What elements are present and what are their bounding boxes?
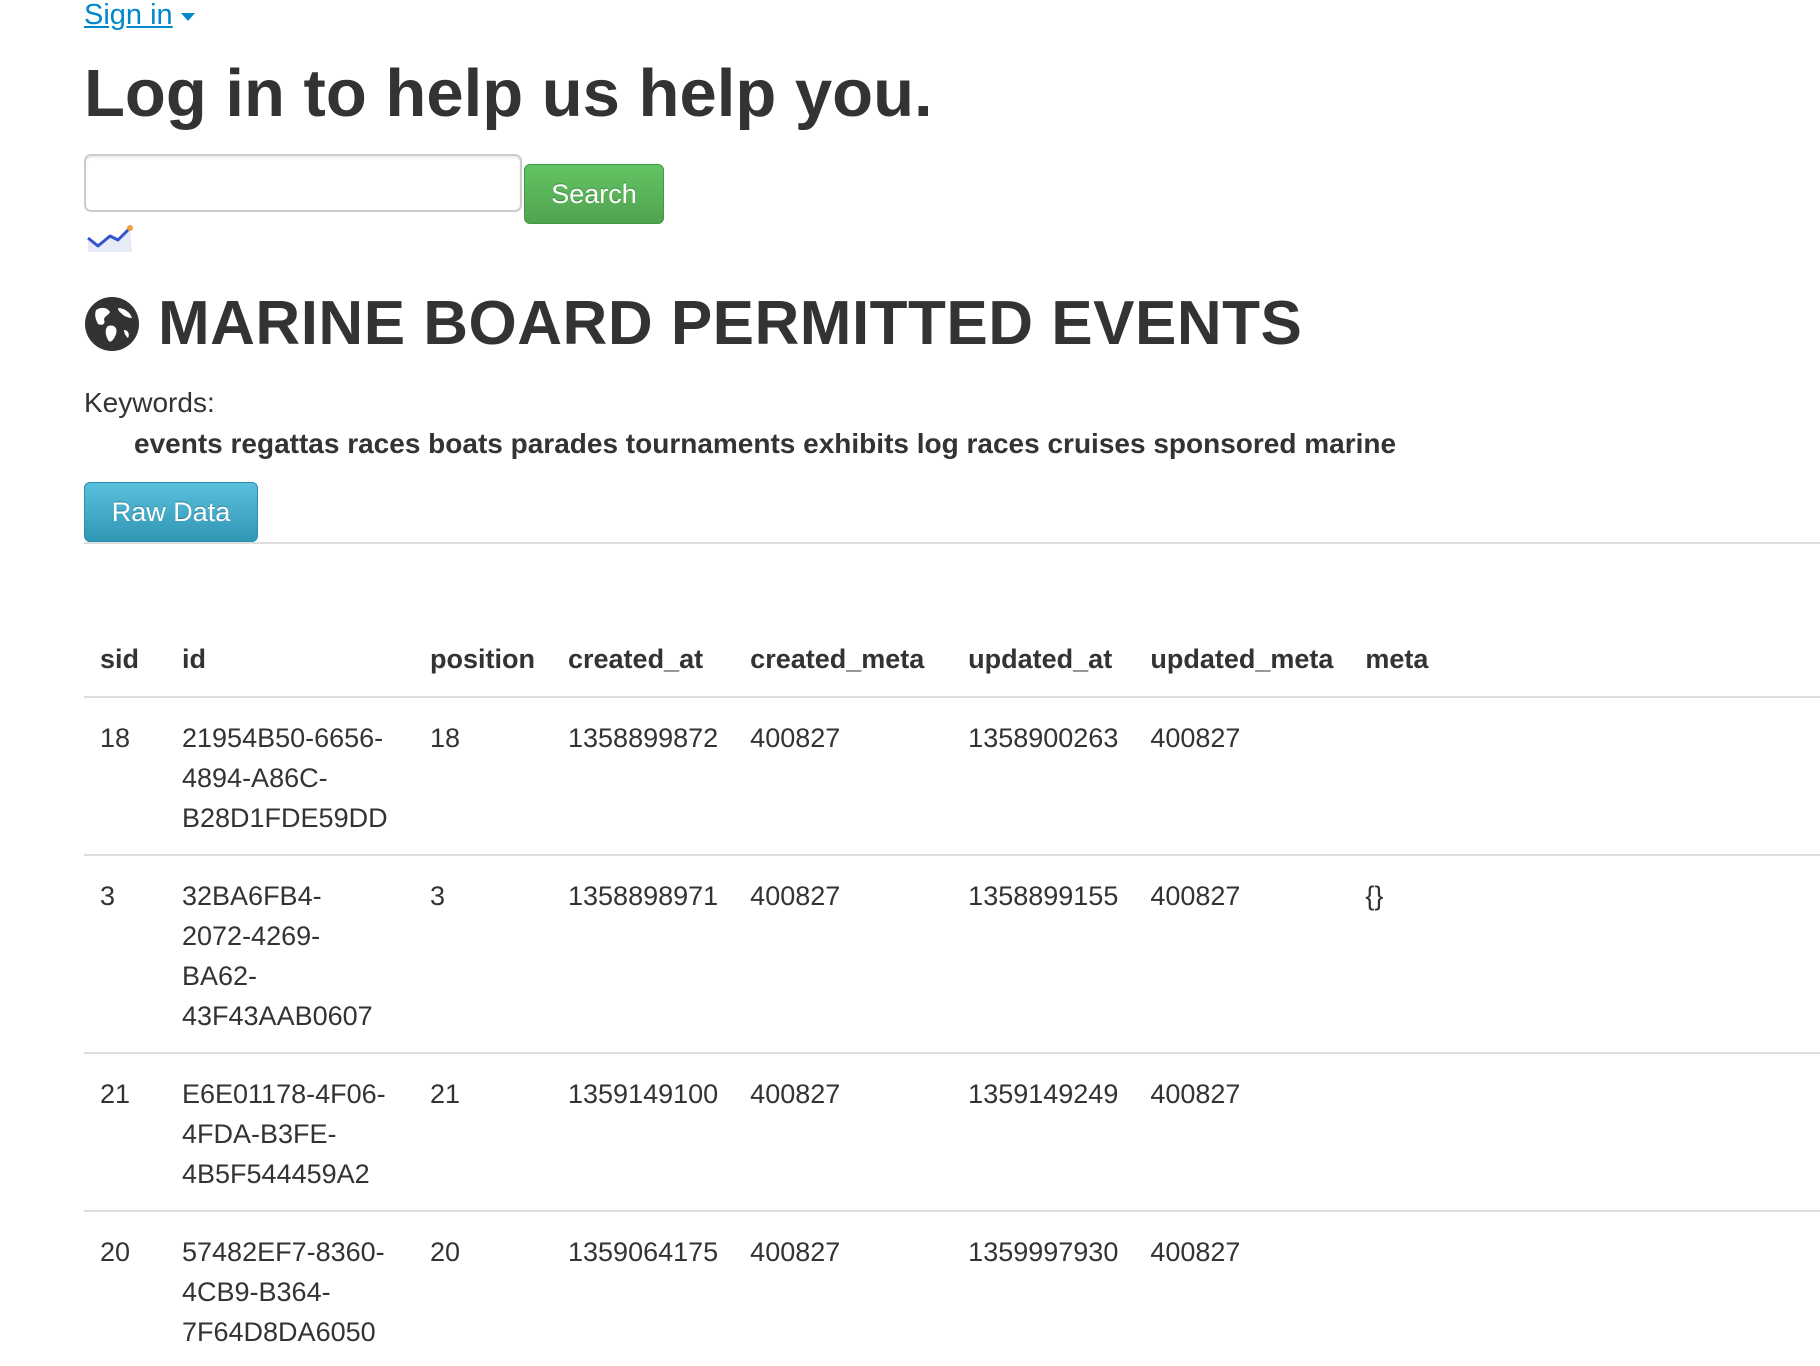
- cell-position: 20: [414, 1211, 552, 1366]
- search-input[interactable]: [84, 154, 522, 212]
- cell-created-meta: 400827: [734, 855, 953, 1054]
- cell-id-line: 32BA6FB4-: [182, 881, 322, 911]
- globe-icon: [85, 297, 139, 351]
- cell-sid: 18: [84, 697, 166, 856]
- cell-updated-at: 1359149249: [952, 1053, 1135, 1212]
- cell-updated-meta: 400827: [1134, 1053, 1350, 1212]
- cell-id-line: 7F64D8DA6050: [182, 1317, 376, 1347]
- cell-updated-at: 1358899155: [952, 855, 1135, 1054]
- cell-id-line: 57482EF7-8360-: [182, 1237, 385, 1267]
- cell-id: E6E01178-4F06- 4FDA-B3FE- 4B5F544459A2: [166, 1053, 414, 1212]
- cell-position: 18: [414, 697, 552, 856]
- cell-id-line: 4CB9-B364-: [182, 1277, 331, 1307]
- cell-id-line: E6E01178-4F06-: [182, 1079, 386, 1109]
- cell-updated-at: 1359997930: [952, 1211, 1135, 1366]
- table-row: 21 E6E01178-4F06- 4FDA-B3FE- 4B5F544459A2 …: [84, 1053, 1820, 1212]
- cell-meta: [1349, 1053, 1820, 1212]
- caret-down-icon: [180, 13, 195, 21]
- cell-updated-meta: 400827: [1134, 855, 1350, 1054]
- cell-meta: [1349, 697, 1820, 856]
- column-header-updated-meta: updated_meta: [1134, 622, 1350, 698]
- column-header-created-meta: created_meta: [734, 622, 953, 698]
- table-row: 20 57482EF7-8360- 4CB9-B364- 7F64D8DA6050 …: [84, 1211, 1820, 1366]
- column-header-meta: meta: [1349, 622, 1820, 698]
- cell-created-meta: 400827: [734, 1053, 953, 1212]
- cell-id: 21954B50-6656- 4894-A86C- B28D1FDE59DD: [166, 697, 414, 856]
- dataset-name: MARINE BOARD PERMITTED EVENTS: [158, 289, 1303, 358]
- cell-position: 3: [414, 855, 552, 1054]
- column-header-sid: sid: [84, 622, 166, 698]
- cell-updated-meta: 400827: [1134, 697, 1350, 856]
- raw-data-button[interactable]: Raw Data: [84, 482, 258, 542]
- trend-chart-icon[interactable]: [84, 222, 136, 256]
- cell-id-line: 21954B50-6656-: [182, 723, 384, 753]
- keywords-value: events regattas races boats parades tour…: [134, 428, 1397, 459]
- cell-meta: [1349, 1211, 1820, 1366]
- search-form: Search: [84, 154, 1820, 226]
- cell-id: 57482EF7-8360- 4CB9-B364- 7F64D8DA6050: [166, 1211, 414, 1366]
- column-header-created-at: created_at: [552, 622, 735, 698]
- cell-meta: {}: [1349, 855, 1820, 1054]
- cell-sid: 21: [84, 1053, 166, 1212]
- cell-created-at: 1359149100: [552, 1053, 735, 1212]
- cell-updated-at: 1358900263: [952, 697, 1135, 856]
- cell-created-at: 1359064175: [552, 1211, 735, 1366]
- cell-created-at: 1358898971: [552, 855, 735, 1054]
- table-header-row: sid id position created_at created_meta …: [84, 622, 1820, 698]
- cell-updated-meta: 400827: [1134, 1211, 1350, 1366]
- cell-created-at: 1358899872: [552, 697, 735, 856]
- divider: [84, 542, 1820, 544]
- cell-created-meta: 400827: [734, 697, 953, 856]
- table-row: 3 32BA6FB4- 2072-4269- BA62- 43F43AAB0607 3…: [84, 855, 1820, 1054]
- column-header-position: position: [414, 622, 552, 698]
- page: Sign in Log in to help us help you. Sear…: [0, 0, 1820, 1366]
- signin-link[interactable]: Sign in: [84, 0, 195, 30]
- cell-id-line: 2072-4269-: [182, 921, 321, 951]
- cell-sid: 20: [84, 1211, 166, 1366]
- cell-id-line: BA62-: [182, 961, 258, 991]
- column-header-updated-at: updated_at: [952, 622, 1135, 698]
- signin-label: Sign in: [84, 0, 173, 31]
- cell-sid: 3: [84, 855, 166, 1054]
- cell-id-line: B28D1FDE59DD: [182, 803, 388, 833]
- table-row: 18 21954B50-6656- 4894-A86C- B28D1FDE59DD …: [84, 697, 1820, 856]
- login-prompt: Log in to help us help you.: [84, 56, 933, 131]
- keywords-label: Keywords:: [84, 387, 215, 418]
- column-header-id: id: [166, 622, 414, 698]
- dataset-title: MARINE BOARD PERMITTED EVENTS: [84, 290, 1820, 358]
- search-button[interactable]: Search: [524, 164, 664, 224]
- data-table: sid id position created_at created_meta …: [84, 622, 1820, 1366]
- cell-created-meta: 400827: [734, 1211, 953, 1366]
- cell-id-line: 4FDA-B3FE-: [182, 1119, 337, 1149]
- cell-id: 32BA6FB4- 2072-4269- BA62- 43F43AAB0607: [166, 855, 414, 1054]
- cell-id-line: 43F43AAB0607: [182, 1001, 373, 1031]
- cell-id-line: 4894-A86C-: [182, 763, 328, 793]
- cell-position: 21: [414, 1053, 552, 1212]
- cell-id-line: 4B5F544459A2: [182, 1159, 370, 1189]
